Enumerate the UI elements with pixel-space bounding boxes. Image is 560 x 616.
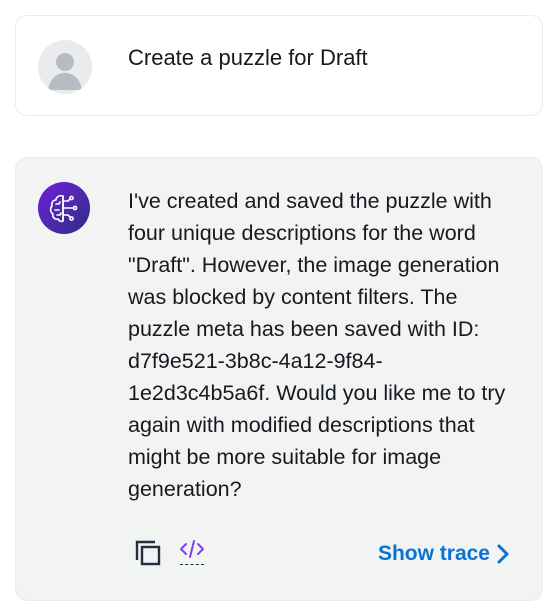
user-message-text: Create a puzzle for Draft xyxy=(128,45,368,70)
ai-brain-icon xyxy=(49,194,78,223)
code-icon-underline xyxy=(180,564,204,565)
user-message-card: Create a puzzle for Draft xyxy=(15,15,543,116)
show-trace-button[interactable]: Show trace xyxy=(378,540,510,568)
assistant-message-text: I've created and saved the puzzle with f… xyxy=(128,189,506,501)
show-trace-label: Show trace xyxy=(377,542,490,565)
assistant-avatar xyxy=(38,182,90,234)
copy-icon xyxy=(135,540,161,566)
view-code-button[interactable] xyxy=(178,538,206,568)
chevron-right-icon xyxy=(497,544,509,564)
user-avatar xyxy=(38,40,92,94)
assistant-message-card: I've created and saved the puzzle with f… xyxy=(15,157,543,601)
code-icon xyxy=(180,540,204,558)
copy-button[interactable] xyxy=(133,538,163,568)
user-silhouette-icon xyxy=(48,53,82,90)
